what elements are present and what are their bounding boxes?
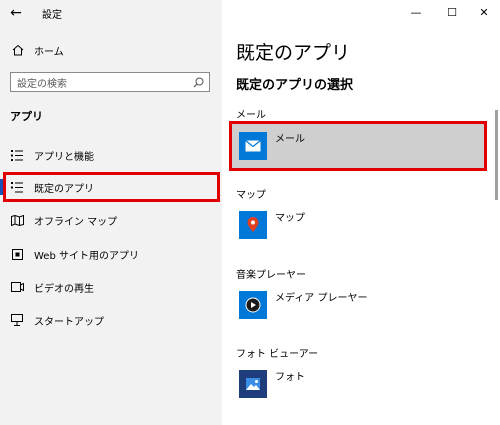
minimize-button[interactable]: — xyxy=(400,0,432,24)
page-subtitle: 既定のアプリの選択 xyxy=(236,78,354,93)
search-icon[interactable] xyxy=(190,74,206,90)
scrollbar[interactable] xyxy=(495,110,498,200)
section-title: アプリ xyxy=(10,110,43,123)
sidebar-item-video-playback[interactable]: ビデオの再生 xyxy=(0,274,222,300)
app-title: 設定 xyxy=(42,9,62,21)
back-button[interactable]: ← xyxy=(0,0,32,26)
map-icon xyxy=(10,214,24,226)
category-label: メール xyxy=(236,110,266,121)
close-button[interactable]: ✕ xyxy=(468,0,500,24)
highlight-frame-sidebar xyxy=(3,172,220,202)
sidebar: ← 設定 ホーム 設定の検索 アプリ アプリと機能 既定のアプリ オフライン マ… xyxy=(0,0,222,425)
home-link[interactable]: ホーム xyxy=(0,38,222,62)
category-label: 音楽プレーヤー xyxy=(236,270,306,281)
media-player-icon xyxy=(239,291,267,319)
app-name: マップ xyxy=(275,213,305,224)
search-input[interactable]: 設定の検索 xyxy=(17,75,190,90)
close-icon: ✕ xyxy=(479,5,489,19)
home-icon xyxy=(12,44,24,56)
category-label: フォト ビューアー xyxy=(236,349,319,360)
app-name: メディア プレーヤー xyxy=(275,293,368,304)
main-pane: — ☐ ✕ 既定のアプリ 既定のアプリの選択 メール メール マップ マップ 音… xyxy=(222,0,500,425)
maximize-icon: ☐ xyxy=(447,5,457,19)
default-app-maps[interactable]: マップ xyxy=(232,202,484,248)
app-name: フォト xyxy=(275,372,305,383)
sidebar-item-label: スタートアップ xyxy=(34,316,104,328)
list-icon xyxy=(10,149,24,161)
default-app-photos[interactable]: フォト xyxy=(232,361,484,407)
sidebar-item-label: アプリと機能 xyxy=(34,151,94,163)
map-pin-icon xyxy=(239,211,267,239)
photos-icon xyxy=(239,370,267,398)
search-box[interactable]: 設定の検索 xyxy=(10,72,210,92)
startup-icon xyxy=(10,314,24,326)
sidebar-item-label: ビデオの再生 xyxy=(34,283,94,295)
page-title: 既定のアプリ xyxy=(236,42,351,64)
title-bar: ← 設定 xyxy=(0,0,222,26)
web-apps-icon xyxy=(10,248,24,260)
default-app-music[interactable]: メディア プレーヤー xyxy=(232,282,484,328)
sidebar-item-label: Web サイト用のアプリ xyxy=(34,250,139,262)
home-label: ホーム xyxy=(34,46,64,58)
highlight-frame-mail xyxy=(229,121,487,171)
maximize-button[interactable]: ☐ xyxy=(436,0,468,24)
video-icon xyxy=(10,282,24,292)
minimize-icon: — xyxy=(410,5,422,19)
sidebar-item-apps-features[interactable]: アプリと機能 xyxy=(0,142,222,168)
sidebar-item-startup[interactable]: スタートアップ xyxy=(0,307,222,333)
sidebar-item-label: オフライン マップ xyxy=(34,216,118,228)
back-arrow-icon: ← xyxy=(10,5,22,21)
sidebar-item-offline-maps[interactable]: オフライン マップ xyxy=(0,207,222,233)
sidebar-item-web-apps[interactable]: Web サイト用のアプリ xyxy=(0,241,222,267)
category-label: マップ xyxy=(236,190,266,201)
